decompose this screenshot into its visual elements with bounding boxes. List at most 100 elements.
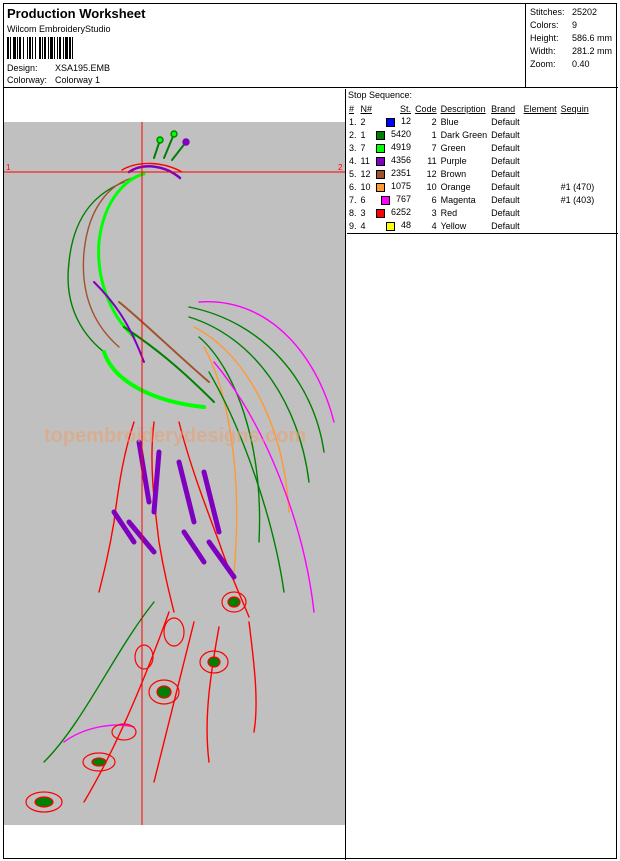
cell-brand: Default <box>491 168 520 179</box>
cell-code: 7 <box>431 142 437 153</box>
cell-code: 2 <box>431 116 437 127</box>
cell-description: Dark Green <box>440 129 488 140</box>
cell-brand: Default <box>491 220 520 231</box>
cell-stitches: 5420 <box>374 128 413 141</box>
design-info-panel: Production Worksheet Wilcom EmbroiderySt… <box>4 4 526 88</box>
worksheet-header: Production Worksheet Wilcom EmbroiderySt… <box>4 4 618 88</box>
cell-code: 4 <box>431 220 437 231</box>
col-element: Element <box>523 103 557 114</box>
cell-sequin <box>559 141 597 154</box>
stop-sequence-table: # N# St. Code Description Brand Element … <box>347 102 596 232</box>
stat-width: Width: 281.2 mm <box>530 46 613 56</box>
cell-sequin <box>559 115 597 128</box>
cell-brand: Default <box>491 181 520 192</box>
worksheet-body: 1 2 topembroiderydesigns.com Stop Sequen… <box>4 89 618 860</box>
cell-element <box>522 193 559 206</box>
cell-element <box>522 115 559 128</box>
cell-element <box>522 180 559 193</box>
stop-sequence-row: 5. 12 2351 12 Brown Default <box>347 167 596 180</box>
cell-description: Blue <box>440 116 459 127</box>
cell-description: Magenta <box>440 194 476 205</box>
cell-index: 5. <box>349 168 357 179</box>
stitch-count: 2351 <box>391 168 412 179</box>
stat-height: Height: 586.6 mm <box>530 33 613 43</box>
cell-needle: 11 <box>360 155 370 166</box>
cell-code: 3 <box>431 207 437 218</box>
stitch-count: 767 <box>396 194 412 205</box>
cell-element <box>522 128 559 141</box>
design-stats: Stitches: 25202 Colors: 9 Height: 586.6 mm … <box>530 6 612 71</box>
cell-sequin: #1 (470) <box>560 181 595 192</box>
stop-sequence-title: Stop Sequence: <box>348 90 413 100</box>
stop-sequence-row: 4. 11 4356 11 Purple Default <box>347 154 596 167</box>
design-value: XSA195.EMB <box>55 63 111 73</box>
stat-stitches: Stitches: 25202 <box>530 7 598 17</box>
cell-description: Purple <box>440 155 467 166</box>
cell-element <box>522 167 559 180</box>
page-title: Production Worksheet <box>7 6 146 21</box>
barcode-icon <box>7 37 73 59</box>
cell-element <box>522 206 559 219</box>
cell-stitches: 767 <box>374 193 413 206</box>
cell-index: 7. <box>349 194 357 205</box>
stop-sequence-row: 3. 7 4919 7 Green Default <box>347 141 596 154</box>
cell-stitches: 2351 <box>374 167 413 180</box>
cell-description: Orange <box>440 181 471 192</box>
color-swatch-icon <box>386 117 396 127</box>
col-code: Code <box>415 103 437 114</box>
stop-sequence-row: 1. 2 12 2 Blue Default <box>347 115 596 128</box>
col-sequin: Sequin <box>560 103 589 114</box>
cell-index: 2. <box>349 129 357 140</box>
colorway-label: Colorway: <box>7 75 48 85</box>
cell-element <box>522 141 559 154</box>
cell-code: 11 <box>427 155 437 166</box>
cell-brand: Default <box>491 194 520 205</box>
cell-code: 1 <box>431 129 437 140</box>
cell-stitches: 12 <box>374 115 413 128</box>
design-preview-pane: 1 2 topembroiderydesigns.com <box>4 89 346 860</box>
cell-code: 6 <box>431 194 437 205</box>
software-name: Wilcom EmbroideryStudio <box>7 24 111 34</box>
col-needle: N# <box>360 103 373 114</box>
cell-index: 3. <box>349 142 357 153</box>
cell-sequin <box>559 154 597 167</box>
color-swatch-icon <box>376 143 386 153</box>
marker-label-right: 2 <box>338 163 343 172</box>
cell-needle: 12 <box>360 168 371 179</box>
stop-sequence-row: 2. 1 5420 1 Dark Green Default <box>347 128 596 141</box>
stitch-count: 4356 <box>391 155 412 166</box>
cell-brand: Default <box>491 155 520 166</box>
color-swatch-icon <box>376 130 386 140</box>
design-row: Design: XSA195.EMB <box>7 63 110 73</box>
color-swatch-icon <box>381 195 391 205</box>
cell-brand: Default <box>491 129 520 140</box>
stitch-count: 12 <box>401 116 412 127</box>
cell-description: Brown <box>440 168 467 179</box>
cell-description: Red <box>440 207 458 218</box>
cell-element <box>522 219 559 232</box>
col-brand: Brand <box>491 103 516 114</box>
stat-zoom: Zoom: 0.40 <box>530 59 590 69</box>
design-label: Design: <box>7 63 38 73</box>
stitch-count: 5420 <box>391 129 412 140</box>
cell-sequin <box>559 219 597 232</box>
marker-label-left: 1 <box>6 163 11 172</box>
cell-sequin <box>559 128 597 141</box>
cell-stitches: 6252 <box>374 206 413 219</box>
stop-sequence-row: 7. 6 767 6 Magenta Default #1 (403) <box>347 193 596 206</box>
stitch-count: 1075 <box>391 181 412 192</box>
cell-stitches: 48 <box>374 219 413 232</box>
cell-element <box>522 154 559 167</box>
colorway-value: Colorway 1 <box>55 75 101 85</box>
stat-colors: Colors: 9 <box>530 20 578 30</box>
cell-needle: 7 <box>360 142 366 153</box>
cell-index: 1. <box>349 116 357 127</box>
peacock-design-image: 1 2 topembroiderydesigns.com <box>4 122 345 825</box>
cell-sequin <box>559 167 597 180</box>
stop-sequence-pane: Stop Sequence: # N# St. Code Description… <box>347 89 618 860</box>
design-canvas: 1 2 topembroiderydesigns.com <box>4 122 345 825</box>
col-description: Description <box>440 103 486 114</box>
cell-code: 10 <box>426 181 437 192</box>
stop-sequence-box: Stop Sequence: # N# St. Code Description… <box>347 89 618 234</box>
cell-needle: 4 <box>360 220 366 231</box>
